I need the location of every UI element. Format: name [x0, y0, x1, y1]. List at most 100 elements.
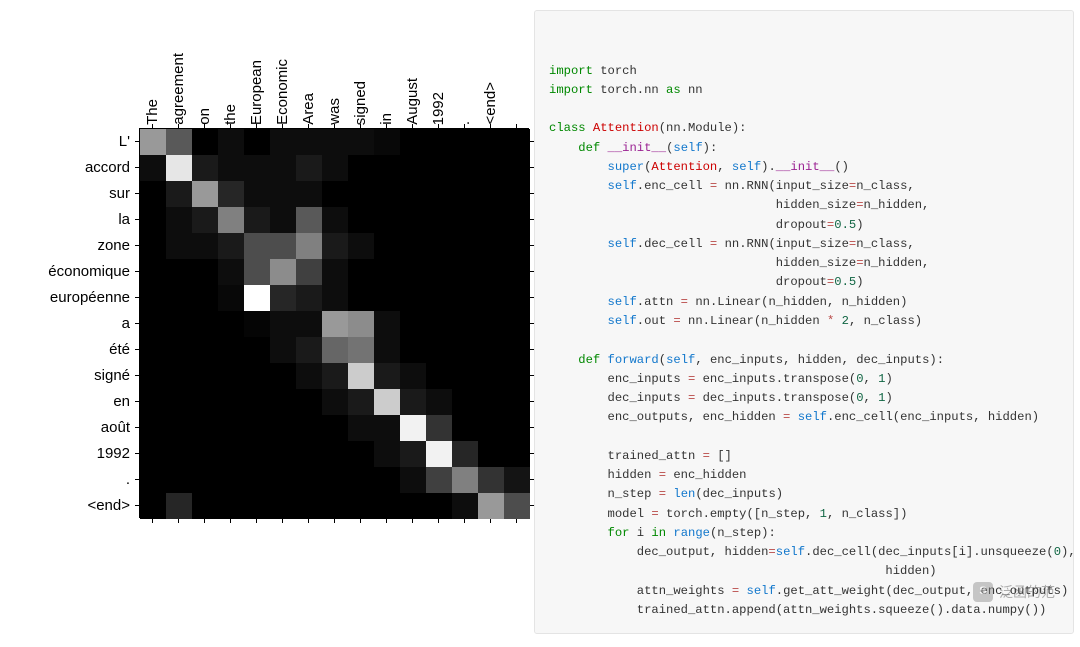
heatmap-cell — [270, 207, 296, 233]
heatmap-cell — [192, 155, 218, 181]
heatmap-cell — [452, 493, 478, 519]
heatmap-cell — [218, 129, 244, 155]
heatmap-cell — [218, 363, 244, 389]
col-label: the — [217, 10, 243, 125]
heatmap-cell — [400, 285, 426, 311]
heatmap-cell — [478, 415, 504, 441]
heatmap-cell — [374, 155, 400, 181]
heatmap-cell — [296, 493, 322, 519]
heatmap-cell — [322, 207, 348, 233]
heatmap-cell — [296, 389, 322, 415]
heatmap-cell — [166, 389, 192, 415]
heatmap-cell — [452, 259, 478, 285]
heatmap-cell — [270, 233, 296, 259]
heatmap-cell — [140, 155, 166, 181]
heatmap-cell — [478, 467, 504, 493]
heatmap-cell — [400, 467, 426, 493]
heatmap-cell — [452, 389, 478, 415]
heatmap-cell — [218, 441, 244, 467]
col-label: was — [321, 10, 347, 125]
heatmap-cell — [166, 155, 192, 181]
heatmap-cell — [244, 389, 270, 415]
heatmap-cell — [322, 259, 348, 285]
col-label: The — [139, 10, 165, 125]
heatmap-cell — [166, 467, 192, 493]
heatmap-cell — [452, 311, 478, 337]
heatmap-cell — [244, 233, 270, 259]
heatmap-cell — [296, 129, 322, 155]
heatmap-cell — [166, 493, 192, 519]
col-label: Area — [295, 10, 321, 125]
col-label: Economic — [269, 10, 295, 125]
heatmap-cell — [322, 363, 348, 389]
heatmap-cell — [504, 415, 530, 441]
heatmap-cell — [400, 181, 426, 207]
row-label: sur — [6, 180, 136, 206]
heatmap-cell — [478, 493, 504, 519]
heatmap-cell — [374, 493, 400, 519]
heatmap-cell — [166, 207, 192, 233]
heatmap-cell — [348, 493, 374, 519]
row-label: L' — [6, 128, 136, 154]
heatmap-cell — [374, 337, 400, 363]
heatmap-cell — [296, 207, 322, 233]
attention-heatmap: TheagreementontheEuropeanEconomicAreawas… — [6, 10, 534, 630]
heatmap-cell — [374, 285, 400, 311]
heatmap-cell — [400, 129, 426, 155]
heatmap-cell — [374, 129, 400, 155]
heatmap-cell — [270, 467, 296, 493]
heatmap-cell — [478, 363, 504, 389]
heatmap-cell — [296, 285, 322, 311]
heatmap-cell — [322, 181, 348, 207]
heatmap-cell — [192, 337, 218, 363]
heatmap-cell — [426, 415, 452, 441]
heatmap-cell — [192, 207, 218, 233]
heatmap-cell — [270, 415, 296, 441]
heatmap-cell — [140, 363, 166, 389]
row-label: signé — [6, 362, 136, 388]
heatmap-cell — [400, 441, 426, 467]
heatmap-cell — [374, 311, 400, 337]
heatmap-cell — [270, 389, 296, 415]
row-label: . — [6, 466, 136, 492]
heatmap-cell — [348, 233, 374, 259]
heatmap-cell — [400, 259, 426, 285]
heatmap-cell — [426, 233, 452, 259]
heatmap-cell — [270, 337, 296, 363]
heatmap-cell — [504, 155, 530, 181]
heatmap-cell — [426, 441, 452, 467]
heatmap-cell — [218, 181, 244, 207]
heatmap-cell — [426, 389, 452, 415]
heatmap-cell — [504, 467, 530, 493]
heatmap-cell — [270, 259, 296, 285]
heatmap-cell — [504, 181, 530, 207]
heatmap-cell — [244, 155, 270, 181]
heatmap-cell — [140, 389, 166, 415]
heatmap-cell — [478, 259, 504, 285]
heatmap-cell — [400, 389, 426, 415]
heatmap-cell — [270, 441, 296, 467]
heatmap-cell — [452, 337, 478, 363]
heatmap-cell — [140, 207, 166, 233]
heatmap-cell — [478, 181, 504, 207]
heatmap-cell — [478, 389, 504, 415]
heatmap-cell — [218, 467, 244, 493]
heatmap-cell — [244, 285, 270, 311]
heatmap-cell — [504, 233, 530, 259]
heatmap-cell — [192, 415, 218, 441]
heatmap-cell — [192, 493, 218, 519]
heatmap-cell — [270, 285, 296, 311]
heatmap-cell — [374, 259, 400, 285]
heatmap-cell — [244, 467, 270, 493]
row-label: août — [6, 414, 136, 440]
heatmap-cell — [400, 337, 426, 363]
heatmap-cell — [218, 259, 244, 285]
heatmap-cell — [244, 415, 270, 441]
heatmap-cell — [478, 207, 504, 233]
heatmap-cell — [348, 285, 374, 311]
heatmap-cell — [426, 311, 452, 337]
heatmap-cell — [348, 311, 374, 337]
row-label: <end> — [6, 492, 136, 518]
heatmap-cell — [192, 129, 218, 155]
col-label: in — [373, 10, 399, 125]
